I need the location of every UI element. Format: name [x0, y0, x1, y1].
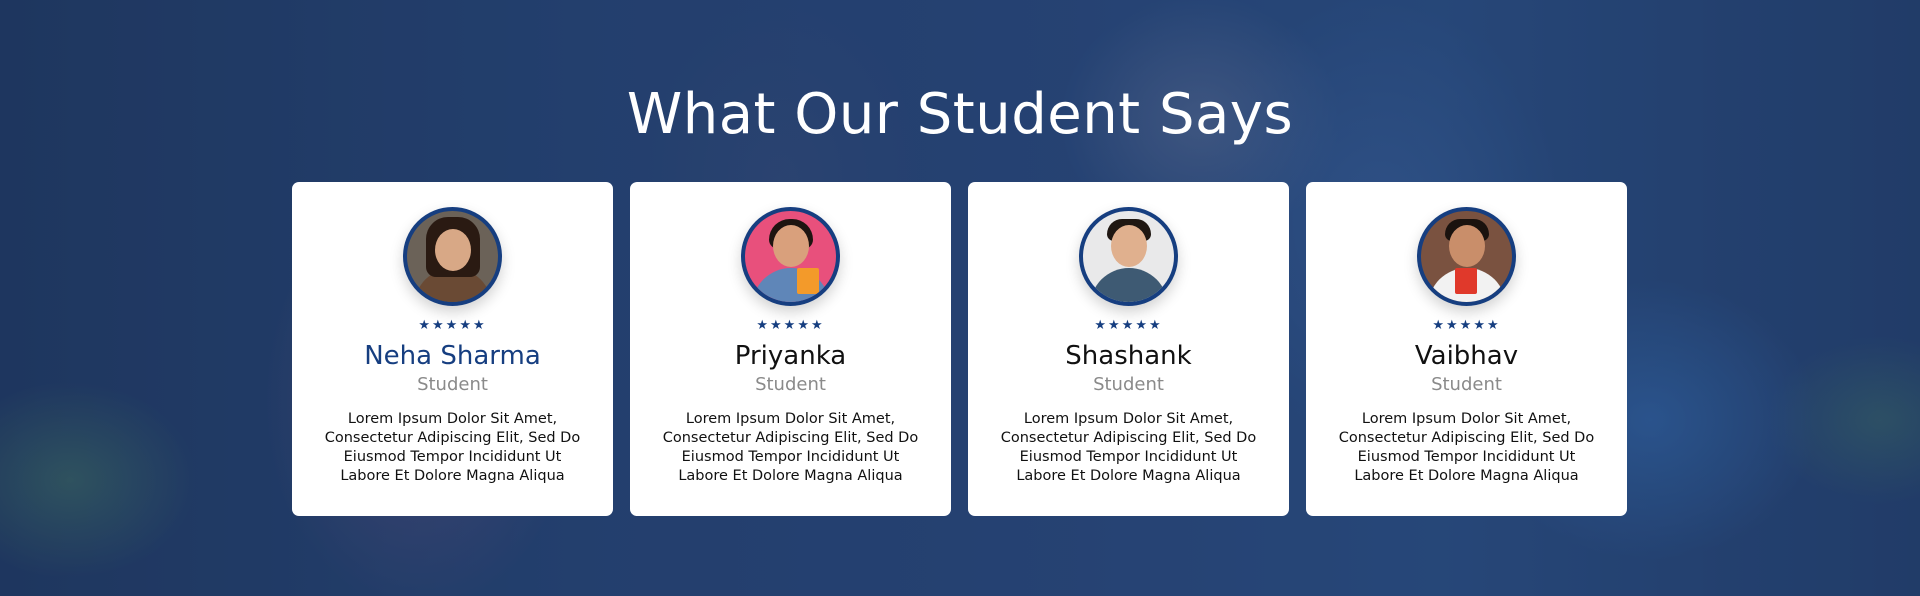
testimonial-cards: ★★★★★ Neha Sharma Student Lorem Ipsum Do… [292, 182, 1627, 516]
rating-stars: ★★★★★ [756, 318, 825, 333]
section-heading: What Our Student Says [626, 82, 1294, 147]
student-name: Vaibhav [1414, 341, 1519, 371]
rating-stars: ★★★★★ [1432, 318, 1501, 333]
rating-stars: ★★★★★ [418, 318, 487, 333]
rating-stars: ★★★★★ [1094, 318, 1163, 333]
testimonial-text: Lorem Ipsum Dolor Sit Amet, Consectetur … [1000, 411, 1257, 484]
testimonial-card: ★★★★★ Neha Sharma Student Lorem Ipsum Do… [292, 182, 613, 516]
student-name: Priyanka [734, 341, 847, 371]
student-name: Shashank [1065, 341, 1192, 371]
student-role: Student [755, 374, 826, 395]
avatar [1417, 207, 1516, 306]
student-role: Student [417, 374, 488, 395]
testimonial-text: Lorem Ipsum Dolor Sit Amet, Consectetur … [662, 411, 919, 484]
testimonial-card: ★★★★★ Priyanka Student Lorem Ipsum Dolor… [630, 182, 951, 516]
student-role: Student [1431, 374, 1502, 395]
avatar [403, 207, 502, 306]
testimonial-card: ★★★★★ Vaibhav Student Lorem Ipsum Dolor … [1306, 182, 1627, 516]
testimonial-card: ★★★★★ Shashank Student Lorem Ipsum Dolor… [968, 182, 1289, 516]
avatar [741, 207, 840, 306]
testimonial-text: Lorem Ipsum Dolor Sit Amet, Consectetur … [1338, 411, 1595, 484]
avatar [1079, 207, 1178, 306]
student-name: Neha Sharma [364, 341, 541, 371]
student-role: Student [1093, 374, 1164, 395]
testimonial-text: Lorem Ipsum Dolor Sit Amet, Consectetur … [324, 411, 581, 484]
